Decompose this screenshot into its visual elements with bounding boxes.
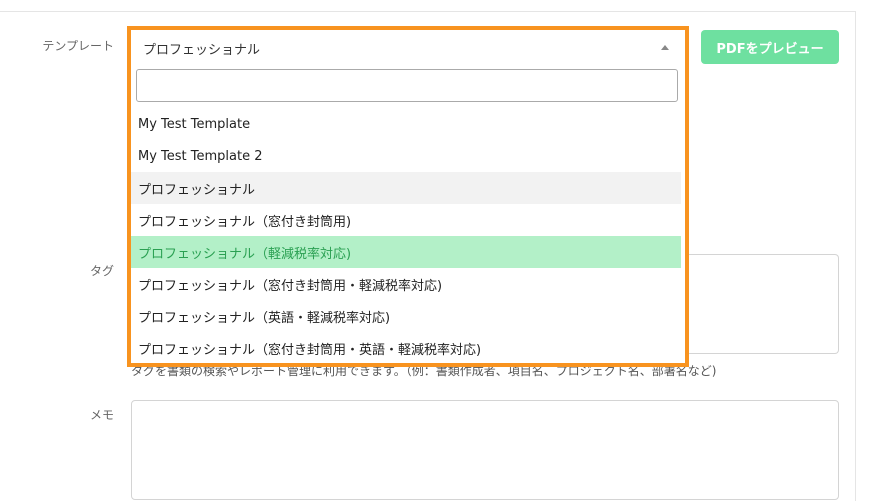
memo-label: メモ <box>89 408 114 422</box>
template-option[interactable]: プロフェッショナル（英語・軽減税率対応) <box>131 300 681 332</box>
template-option-highlighted[interactable]: プロフェッショナル（軽減税率対応) <box>131 236 681 268</box>
caret-up-icon <box>661 45 669 50</box>
template-option[interactable]: プロフェッショナル（窓付き封筒用) <box>131 204 681 236</box>
tag-input[interactable] <box>684 254 839 354</box>
pdf-preview-button[interactable]: PDFをプレビュー <box>701 30 839 64</box>
tag-label: タグ <box>89 264 114 278</box>
template-options-list: My Test Template My Test Template 2 プロフェ… <box>131 108 681 364</box>
template-option[interactable]: My Test Template <box>131 108 681 140</box>
template-select[interactable]: プロフェッショナル <box>131 30 685 66</box>
template-label: テンプレート <box>42 39 114 53</box>
template-select-dropdown: プロフェッショナル My Test Template My Test Templ… <box>127 26 689 367</box>
template-select-value: プロフェッショナル <box>143 42 261 58</box>
template-option[interactable]: プロフェッショナル（窓付き封筒用・英語・軽減税率対応) <box>131 332 681 364</box>
template-option[interactable]: My Test Template 2 <box>131 140 681 172</box>
template-option-current[interactable]: プロフェッショナル <box>131 172 681 204</box>
template-option[interactable]: プロフェッショナル（窓付き封筒用・軽減税率対応) <box>131 268 681 300</box>
template-search-input[interactable] <box>136 69 678 102</box>
memo-textarea[interactable] <box>131 400 839 500</box>
